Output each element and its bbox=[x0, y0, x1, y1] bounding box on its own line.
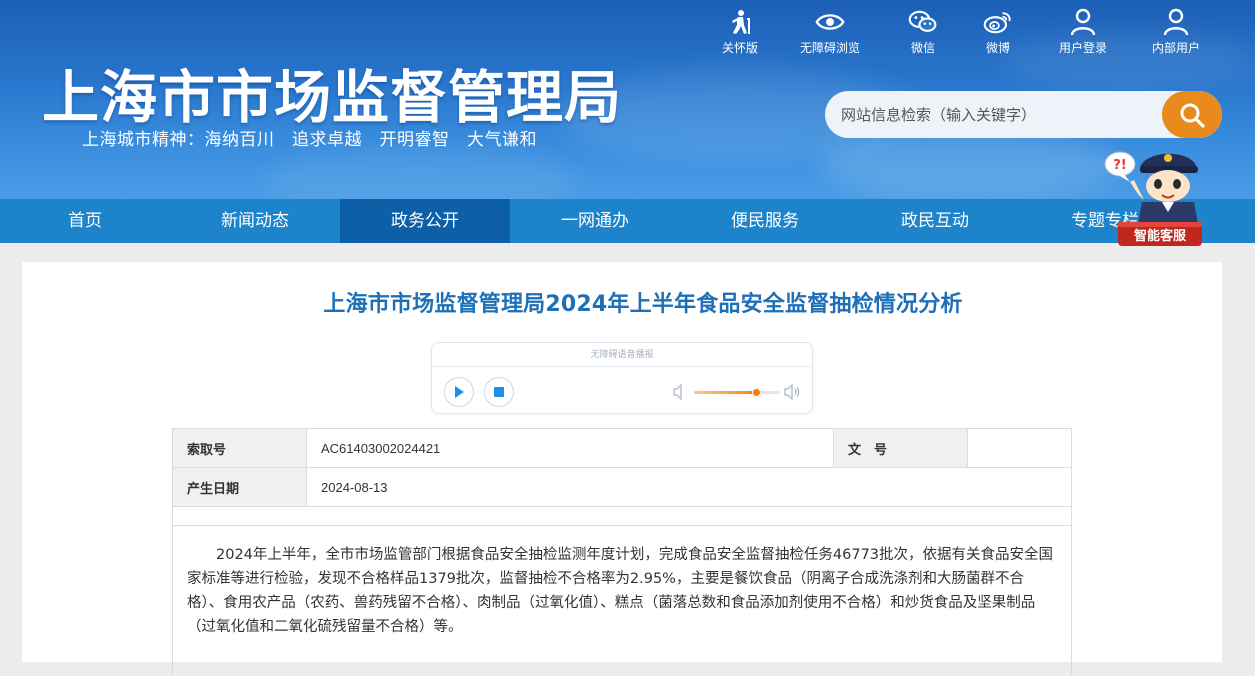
nav-item-public-service[interactable]: 便民服务 bbox=[680, 199, 850, 243]
city-spirit-slogan: 上海城市精神：海纳百川 追求卓越 开明睿智 大气谦和 bbox=[82, 130, 537, 150]
nav-item-home[interactable]: 首页 bbox=[0, 199, 170, 243]
article-body: 2024年上半年，全市市场监管部门根据食品安全抽检监测年度计划，完成食品安全监督… bbox=[172, 526, 1072, 676]
stop-button[interactable] bbox=[484, 377, 514, 407]
mascot-label: 智能客服 bbox=[1134, 228, 1187, 244]
document-info-table: 索取号 AC61403002024421 文 号 产生日期 2024-08-13 bbox=[172, 428, 1072, 526]
wechat-link[interactable]: 微信 bbox=[883, 8, 963, 56]
article-card: 上海市市场监督管理局2024年上半年食品安全监督抽检情况分析 无障碍语音播报 索… bbox=[22, 262, 1222, 676]
volume-level bbox=[694, 391, 756, 394]
volume-high-icon[interactable] bbox=[784, 383, 802, 404]
internal-user-link[interactable]: 内部用户 bbox=[1136, 8, 1216, 56]
audio-player: 无障碍语音播报 bbox=[431, 342, 813, 414]
top-links: 关怀版 无障碍浏览 微信 微博 用户登录 内部用户 bbox=[700, 8, 1220, 58]
wechat-icon bbox=[908, 8, 938, 36]
play-icon bbox=[455, 386, 464, 398]
docno-value bbox=[967, 428, 1072, 468]
weibo-icon bbox=[983, 8, 1013, 36]
site-search bbox=[825, 91, 1222, 138]
user-icon bbox=[1068, 8, 1098, 36]
date-label: 产生日期 bbox=[172, 467, 307, 507]
smart-service-mascot[interactable]: ?! 智能客服 bbox=[1100, 142, 1205, 250]
wechat-label: 微信 bbox=[910, 41, 935, 55]
user-login-link[interactable]: 用户登录 bbox=[1043, 8, 1123, 56]
accessible-browse-link[interactable]: 无障碍浏览 bbox=[790, 8, 870, 56]
eye-icon bbox=[815, 8, 845, 36]
search-button[interactable] bbox=[1162, 91, 1222, 138]
index-value: AC61403002024421 bbox=[306, 428, 834, 468]
stop-icon bbox=[494, 387, 504, 397]
weibo-label: 微博 bbox=[985, 41, 1010, 55]
main-nav: 首页 新闻动态 政务公开 一网通办 便民服务 政民互动 专题专栏 bbox=[0, 199, 1255, 243]
user-icon bbox=[1161, 8, 1191, 36]
date-value: 2024-08-13 bbox=[306, 467, 1072, 507]
nav-item-news[interactable]: 新闻动态 bbox=[170, 199, 340, 243]
care-version-label: 关怀版 bbox=[721, 41, 758, 55]
search-input[interactable] bbox=[825, 91, 1162, 138]
site-header: 上海市市场监督管理局 上海城市精神：海纳百川 追求卓越 开明睿智 大气谦和 关怀… bbox=[0, 0, 1255, 199]
weibo-link[interactable]: 微博 bbox=[958, 8, 1038, 56]
info-row: 索取号 AC61403002024421 文 号 bbox=[172, 428, 1072, 468]
volume-slider[interactable] bbox=[694, 388, 780, 397]
article-paragraph: 2024年上半年，全市市场监管部门根据食品安全抽检监测年度计划，完成食品安全监督… bbox=[187, 547, 1054, 635]
volume-low-icon[interactable] bbox=[673, 383, 687, 404]
search-icon bbox=[1180, 103, 1205, 128]
accessible-browse-label: 无障碍浏览 bbox=[799, 41, 860, 55]
site-title[interactable]: 上海市市场监督管理局 bbox=[42, 52, 622, 134]
index-label: 索取号 bbox=[172, 428, 307, 468]
nav-item-one-stop-service[interactable]: 一网通办 bbox=[510, 199, 680, 243]
info-spacer-row bbox=[172, 506, 1072, 526]
nav-item-gov-affairs[interactable]: 政务公开 bbox=[340, 199, 510, 243]
mascot-bubble-text: ?! bbox=[1113, 158, 1126, 173]
info-row: 产生日期 2024-08-13 bbox=[172, 467, 1072, 507]
care-version-link[interactable]: 关怀版 bbox=[700, 8, 780, 56]
volume-knob[interactable] bbox=[751, 388, 761, 397]
docno-label: 文 号 bbox=[833, 428, 968, 468]
nav-item-interaction[interactable]: 政民互动 bbox=[850, 199, 1020, 243]
user-login-label: 用户登录 bbox=[1058, 41, 1107, 55]
play-button[interactable] bbox=[444, 377, 474, 407]
elderly-care-icon bbox=[725, 8, 755, 36]
article-title: 上海市市场监督管理局2024年上半年食品安全监督抽检情况分析 bbox=[323, 292, 963, 317]
player-title: 无障碍语音播报 bbox=[432, 343, 812, 367]
internal-user-label: 内部用户 bbox=[1151, 41, 1200, 55]
